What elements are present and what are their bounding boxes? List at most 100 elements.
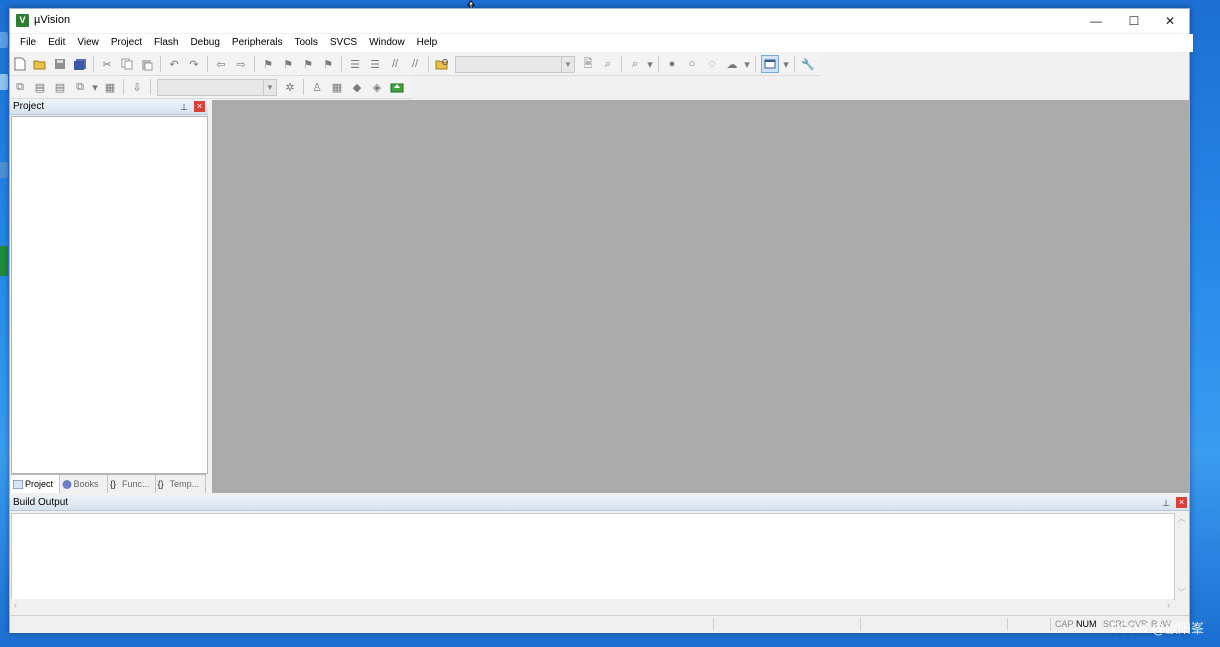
build-output-vertical-scrollbar[interactable]: ︿ ﹀	[1175, 513, 1188, 598]
scroll-up-icon[interactable]: ︿	[1175, 513, 1188, 524]
maximize-button[interactable]: ☐	[1115, 9, 1153, 33]
file-toolbar: ✂ ↶ ↷ ⇦ ⇨ ⚑ ⚑ ⚑ ⚑ ☰ ☰ // // ▼ 🗎 ⌕ ⌕ ▾ ● …	[10, 53, 820, 76]
copy-icon[interactable]	[119, 56, 135, 72]
paste-icon[interactable]	[139, 56, 155, 72]
toolbar-separator	[658, 56, 659, 72]
save-all-icon[interactable]	[72, 56, 88, 72]
unindent-icon[interactable]: ☰	[367, 56, 383, 72]
undo-icon[interactable]: ↶	[166, 56, 182, 72]
build-output-horizontal-scrollbar[interactable]: ‹ ›	[11, 599, 1173, 611]
menu-file[interactable]: File	[14, 34, 42, 52]
download-icon[interactable]: ⇩	[129, 79, 145, 95]
translate-icon[interactable]: ⧉	[12, 79, 28, 95]
chevron-down-icon[interactable]: ▼	[561, 56, 574, 72]
scroll-right-icon[interactable]: ›	[1167, 599, 1170, 611]
open-file-icon[interactable]	[32, 56, 48, 72]
navigate-forward-icon[interactable]: ⇨	[233, 56, 249, 72]
pin-icon[interactable]: ⊥	[1160, 497, 1172, 509]
find-combo[interactable]: ▼	[455, 55, 575, 73]
project-panel-title: Project	[13, 101, 45, 112]
chevron-down-icon[interactable]: ▾	[647, 56, 653, 72]
new-file-icon[interactable]	[12, 56, 28, 72]
toolbar-separator	[303, 79, 304, 95]
desktop-shortcut-icon[interactable]	[0, 32, 8, 48]
project-tree[interactable]	[11, 116, 208, 474]
insert-breakpoint-icon[interactable]: ●	[664, 56, 680, 72]
stop-build-icon[interactable]: ▦	[102, 79, 118, 95]
tab-books[interactable]: Books	[60, 475, 109, 493]
menu-project[interactable]: Project	[105, 34, 148, 52]
redo-icon[interactable]: ↷	[186, 56, 202, 72]
menu-peripherals[interactable]: Peripherals	[226, 34, 289, 52]
chevron-down-icon[interactable]: ▾	[744, 56, 750, 72]
batch-build-icon[interactable]: ⧉	[72, 79, 88, 95]
toolbar-separator	[150, 79, 151, 95]
manage-project-items-icon[interactable]: ▦	[329, 79, 345, 95]
manage-run-time-icon[interactable]: ◈	[369, 79, 385, 95]
bookmark-clear-icon[interactable]: ⚑	[320, 56, 336, 72]
status-divider	[713, 618, 714, 631]
tab-label: Project	[25, 479, 54, 489]
template-icon: {}	[157, 478, 164, 489]
chevron-down-icon[interactable]: ▾	[92, 79, 98, 95]
cut-icon[interactable]: ✂	[99, 56, 115, 72]
window-title: µVision	[34, 14, 71, 26]
minimize-button[interactable]: —	[1077, 9, 1115, 33]
title-bar[interactable]: V µVision — ☐ ✕	[10, 9, 1189, 33]
target-select[interactable]: ▼	[157, 78, 277, 96]
save-icon[interactable]	[52, 56, 68, 72]
kill-breakpoints-icon[interactable]: ☁	[724, 56, 740, 72]
menu-flash[interactable]: Flash	[148, 34, 184, 52]
close-icon[interactable]: ×	[1176, 497, 1187, 508]
bookmark-previous-icon[interactable]: ⚑	[280, 56, 296, 72]
find-in-files-icon[interactable]	[434, 56, 450, 72]
menu-edit[interactable]: Edit	[42, 34, 71, 52]
disable-breakpoint-icon[interactable]: ○	[684, 56, 700, 72]
close-icon[interactable]: ×	[194, 101, 205, 112]
pin-icon[interactable]: ⊥	[178, 101, 190, 113]
menu-bar: File Edit View Project Flash Debug Perip…	[10, 34, 1193, 52]
scroll-down-icon[interactable]: ﹀	[1175, 587, 1188, 598]
menu-help[interactable]: Help	[411, 34, 444, 52]
disable-all-breakpoints-icon[interactable]: ◌	[704, 56, 720, 72]
desktop-shortcut-icon[interactable]	[0, 246, 8, 276]
chevron-down-icon[interactable]: ▼	[263, 79, 276, 95]
desktop-shortcut-icon[interactable]	[0, 162, 8, 178]
bookmark-toggle-icon[interactable]: ⚑	[260, 56, 276, 72]
tab-project[interactable]: Project	[11, 475, 60, 493]
uncomment-icon[interactable]: //	[407, 56, 423, 72]
rebuild-icon[interactable]: ▤	[52, 79, 68, 95]
braces-icon: {}	[110, 478, 117, 489]
find-icon[interactable]: 🗎	[580, 56, 596, 72]
toolbar-separator	[341, 56, 342, 72]
toolbar-separator	[794, 56, 795, 72]
zoom-icon[interactable]: ⌕	[627, 56, 643, 72]
editor-area[interactable]	[212, 100, 1189, 493]
tab-functions[interactable]: {} Func...	[108, 475, 156, 493]
scroll-left-icon[interactable]: ‹	[14, 599, 17, 611]
build-output-text[interactable]	[11, 513, 1175, 600]
incremental-find-icon[interactable]: ⌕	[600, 56, 616, 72]
tab-templates[interactable]: {} Temp...	[156, 475, 207, 493]
window-layout-icon[interactable]	[761, 55, 779, 73]
target-options-icon[interactable]: ✲	[282, 79, 298, 95]
menu-tools[interactable]: Tools	[289, 34, 324, 52]
close-button[interactable]: ✕	[1151, 9, 1189, 33]
build-icon[interactable]: ▤	[32, 79, 48, 95]
comment-icon[interactable]: //	[387, 56, 403, 72]
menu-svcs[interactable]: SVCS	[324, 34, 363, 52]
menu-window[interactable]: Window	[363, 34, 411, 52]
menu-debug[interactable]: Debug	[184, 34, 225, 52]
menu-view[interactable]: View	[71, 34, 105, 52]
toolbar-separator	[621, 56, 622, 72]
desktop-shortcut-icon[interactable]	[0, 74, 8, 90]
file-extensions-icon[interactable]: ♙	[309, 79, 325, 95]
pack-installer-icon[interactable]	[389, 79, 405, 95]
toolbar-separator	[93, 56, 94, 72]
chevron-down-icon[interactable]: ▾	[783, 56, 789, 72]
navigate-back-icon[interactable]: ⇦	[213, 56, 229, 72]
indent-icon[interactable]: ☰	[347, 56, 363, 72]
select-packs-icon[interactable]: ◆	[349, 79, 365, 95]
configure-wrench-icon[interactable]: 🔧	[800, 56, 816, 72]
bookmark-next-icon[interactable]: ⚑	[300, 56, 316, 72]
